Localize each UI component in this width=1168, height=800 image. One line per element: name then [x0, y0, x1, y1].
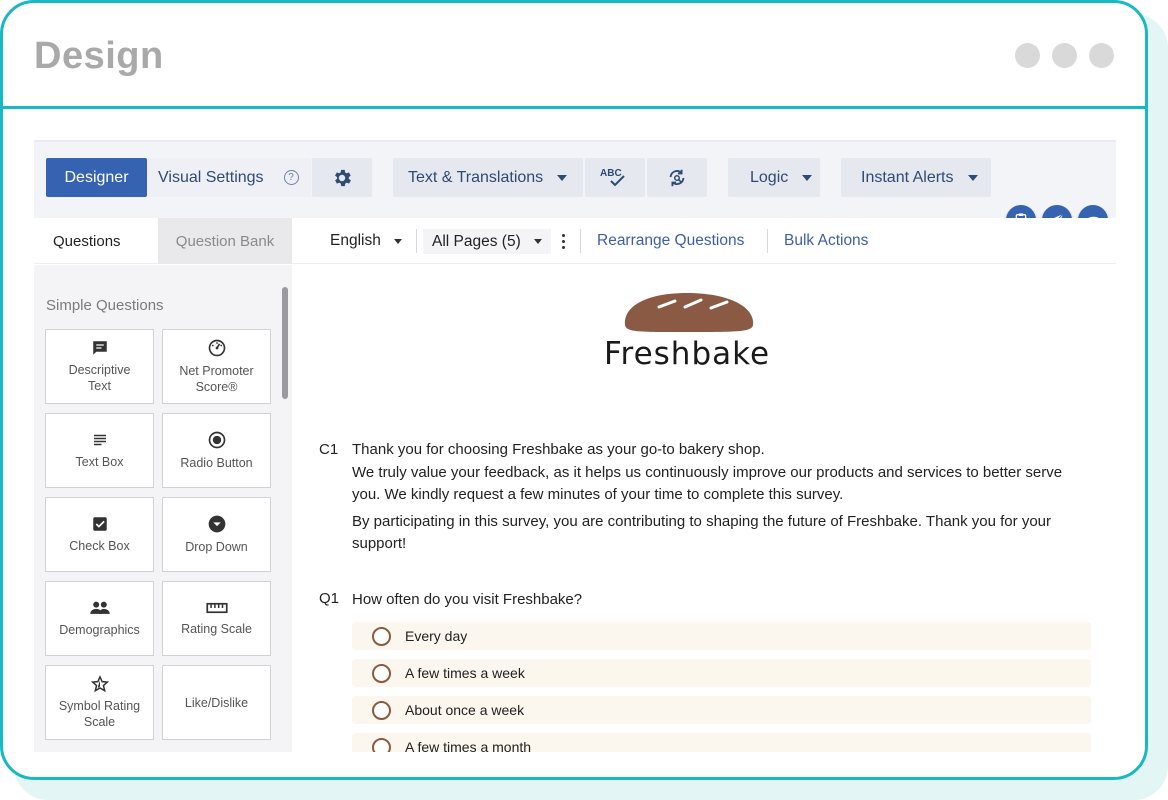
bulk-actions-link[interactable]: Bulk Actions	[784, 218, 868, 264]
rearrange-questions-link[interactable]: Rearrange Questions	[597, 218, 744, 264]
tile-label: Like/Dislike	[184, 695, 249, 710]
option-every-day[interactable]: Every day	[352, 622, 1091, 650]
c1-number: C1	[319, 441, 339, 458]
chevron-down-icon	[557, 174, 568, 181]
visual-settings-label: Visual Settings	[158, 168, 264, 186]
window-title: Design	[34, 35, 164, 77]
q1-text: How often do you visit Freshbake?	[352, 591, 583, 608]
tile-label: Text Box	[75, 455, 124, 469]
option-label: A few times a month	[405, 739, 532, 752]
tile-drop-down[interactable]: Drop Down	[162, 497, 271, 572]
spellcheck-icon: ABC	[600, 168, 625, 186]
brand-logo: Freshbake	[597, 287, 777, 377]
ruler-icon	[205, 602, 228, 614]
scrollbar[interactable]	[282, 287, 288, 399]
radio-icon	[208, 431, 225, 449]
window-controls	[1015, 43, 1114, 68]
tile-radio-button[interactable]: Radio Button	[162, 413, 271, 488]
tile-label: Radio Button	[180, 456, 253, 470]
survey-canvas: Freshbake C1 Thank you for choosing Fres…	[292, 265, 1116, 752]
bread-logo-icon	[624, 293, 754, 332]
checkbox-icon	[92, 517, 107, 531]
tile-demographics[interactable]: Demographics	[45, 581, 154, 656]
chevron-down-icon	[393, 238, 402, 244]
window-dot-2[interactable]	[1052, 43, 1077, 68]
text-translations-label: Text & Translations	[408, 168, 544, 186]
tile-net-promoter-score[interactable]: Net Promoter Score®	[162, 329, 271, 404]
spellcheck-button[interactable]: ABC	[585, 158, 645, 197]
divider	[767, 229, 768, 253]
option-few-times-month[interactable]: A few times a month	[352, 733, 1091, 752]
language-select[interactable]: English	[330, 218, 402, 264]
instant-alerts-button[interactable]: Instant Alerts	[841, 158, 991, 197]
survey-designer-app: Designer Visual Settings ? Text & Transl…	[34, 140, 1116, 752]
svg-text:ABC: ABC	[600, 168, 622, 179]
settings-button[interactable]	[312, 158, 372, 197]
text-translations-button[interactable]: Text & Translations	[393, 158, 583, 197]
option-label: A few times a week	[405, 665, 525, 681]
refresh-button[interactable]	[647, 158, 707, 197]
c1-line-2: We truly value your feedback, as it help…	[352, 464, 1063, 503]
help-icon[interactable]: ?	[283, 170, 299, 185]
c1-line-1: Thank you for choosing Freshbake as your…	[352, 441, 765, 458]
window-frame: Design Designer Visual Settings ? Text &…	[0, 0, 1148, 780]
section-title: Simple Questions	[46, 297, 164, 314]
tile-label: Demographics	[59, 623, 140, 637]
refresh-search-icon	[669, 169, 685, 186]
tab-questions[interactable]: Questions	[34, 218, 158, 264]
dropdown-icon	[208, 515, 225, 533]
visual-settings-button[interactable]: Visual Settings ?	[147, 158, 311, 197]
window-dot-3[interactable]	[1089, 43, 1114, 68]
tile-symbol-rating-scale[interactable]: Symbol Rating Scale	[45, 665, 154, 740]
tile-like-dislike[interactable]: Like/Dislike	[162, 665, 271, 740]
chevron-down-icon	[533, 239, 542, 244]
designer-label: Designer	[64, 168, 129, 186]
people-icon	[89, 601, 110, 614]
pages-value: All Pages (5)	[432, 232, 521, 250]
option-label: Every day	[405, 628, 468, 644]
tile-label: Check Box	[69, 539, 130, 553]
main-toolbar: Designer Visual Settings ? Text & Transl…	[34, 142, 1116, 235]
divider	[416, 229, 417, 253]
instant-alerts-label: Instant Alerts	[861, 168, 954, 186]
c1-line-3: By participating in this survey, you are…	[352, 513, 1051, 552]
option-once-a-week[interactable]: About once a week	[352, 696, 1091, 724]
logic-label: Logic	[750, 168, 789, 186]
designer-button[interactable]: Designer	[46, 158, 147, 197]
tile-label: Symbol Rating Scale	[58, 699, 141, 729]
comment-icon	[92, 341, 107, 355]
radio-icon[interactable]	[372, 700, 391, 720]
gauge-icon	[208, 339, 225, 357]
q1-number: Q1	[319, 590, 340, 607]
tile-descriptive-text[interactable]: Descriptive Text	[45, 329, 154, 404]
logo-text: Freshbake	[603, 336, 771, 372]
divider	[580, 229, 581, 253]
tile-label: Drop Down	[185, 540, 248, 554]
star-icon	[90, 675, 109, 693]
tile-label: Rating Scale	[181, 622, 252, 636]
option-label: About once a week	[405, 702, 525, 718]
window-dot-1[interactable]	[1015, 43, 1040, 68]
sub-toolbar: Questions Question Bank English All Page…	[34, 218, 1116, 264]
language-value: English	[330, 232, 381, 249]
radio-icon[interactable]	[372, 663, 391, 683]
radio-icon[interactable]	[372, 737, 391, 752]
tile-label: Net Promoter Score®	[179, 364, 254, 394]
tile-rating-scale[interactable]: Rating Scale	[162, 581, 271, 656]
title-bar: Design	[3, 3, 1145, 109]
text-lines-icon	[93, 434, 106, 446]
more-options-icon[interactable]	[558, 218, 568, 264]
tile-label: Descriptive Text	[68, 363, 131, 393]
chevron-down-icon	[967, 174, 978, 181]
radio-icon[interactable]	[372, 626, 391, 646]
option-few-times-week[interactable]: A few times a week	[352, 659, 1091, 687]
tile-text-box[interactable]: Text Box	[45, 413, 154, 488]
tile-check-box[interactable]: Check Box	[45, 497, 154, 572]
chevron-down-icon	[802, 174, 813, 181]
question-palette: Simple Questions Descriptive Text Net Pr…	[34, 265, 292, 752]
gear-icon	[335, 169, 351, 186]
logic-button[interactable]: Logic	[728, 158, 820, 197]
tab-question-bank[interactable]: Question Bank	[158, 218, 292, 264]
pages-select[interactable]: All Pages (5)	[423, 229, 551, 254]
